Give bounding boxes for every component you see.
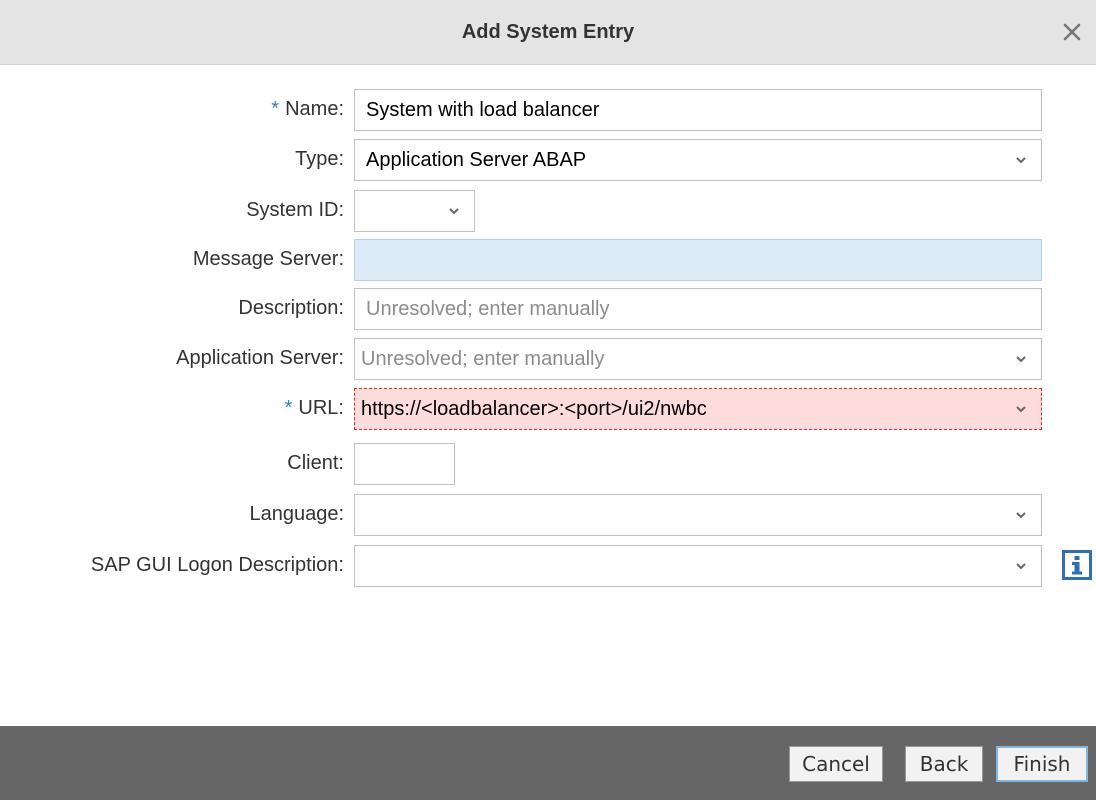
sap-gui-logon-description-label: SAP GUI Logon Description: xyxy=(90,554,344,576)
system-id-select[interactable] xyxy=(354,190,475,232)
finish-button[interactable]: Finish xyxy=(996,746,1088,782)
url-combobox[interactable]: https://<loadbalancer>:<port>/ui2/nwbc xyxy=(354,388,1042,430)
name-label: * Name: xyxy=(271,98,344,120)
url-label: * URL: xyxy=(284,397,344,419)
description-input[interactable]: Unresolved; enter manually xyxy=(354,288,1042,330)
name-value: System with load balancer xyxy=(366,99,600,121)
application-server-label: Application Server: xyxy=(176,347,344,369)
sap-gui-logon-description-select[interactable] xyxy=(354,545,1042,587)
client-label: Client: xyxy=(287,452,344,474)
description-label: Description: xyxy=(238,297,344,319)
type-value: Application Server ABAP xyxy=(366,149,587,171)
application-server-placeholder: Unresolved; enter manually xyxy=(361,348,605,370)
system-id-label: System ID: xyxy=(246,199,344,221)
type-label: Type: xyxy=(295,148,344,170)
back-button[interactable]: Back xyxy=(905,746,983,782)
info-icon[interactable] xyxy=(1062,550,1092,580)
language-select[interactable] xyxy=(354,494,1042,536)
name-input[interactable]: System with load balancer xyxy=(354,89,1042,131)
chevron-down-icon xyxy=(1016,512,1026,519)
type-select[interactable]: Application Server ABAP xyxy=(354,139,1042,181)
chevron-down-icon xyxy=(1016,356,1026,363)
chevron-down-icon xyxy=(1016,406,1026,413)
dialog-footer: Cancel Back Finish xyxy=(0,726,1096,800)
client-input[interactable] xyxy=(354,443,455,485)
close-icon[interactable] xyxy=(1060,20,1084,44)
language-label: Language: xyxy=(249,503,344,525)
url-value: https://<loadbalancer>:<port>/ui2/nwbc xyxy=(361,398,707,420)
message-server-input[interactable] xyxy=(354,239,1042,281)
dialog-title: Add System Entry xyxy=(461,21,635,43)
cancel-button[interactable]: Cancel xyxy=(789,746,883,782)
required-marker: * xyxy=(271,98,280,120)
chevron-down-icon xyxy=(449,208,459,215)
dialog-title-bar: Add System Entry xyxy=(0,0,1096,65)
message-server-label: Message Server: xyxy=(192,248,344,270)
required-marker: * xyxy=(284,397,293,419)
chevron-down-icon xyxy=(1016,157,1026,164)
chevron-down-icon xyxy=(1016,563,1026,570)
description-placeholder: Unresolved; enter manually xyxy=(366,298,610,320)
application-server-select[interactable]: Unresolved; enter manually xyxy=(354,338,1042,380)
